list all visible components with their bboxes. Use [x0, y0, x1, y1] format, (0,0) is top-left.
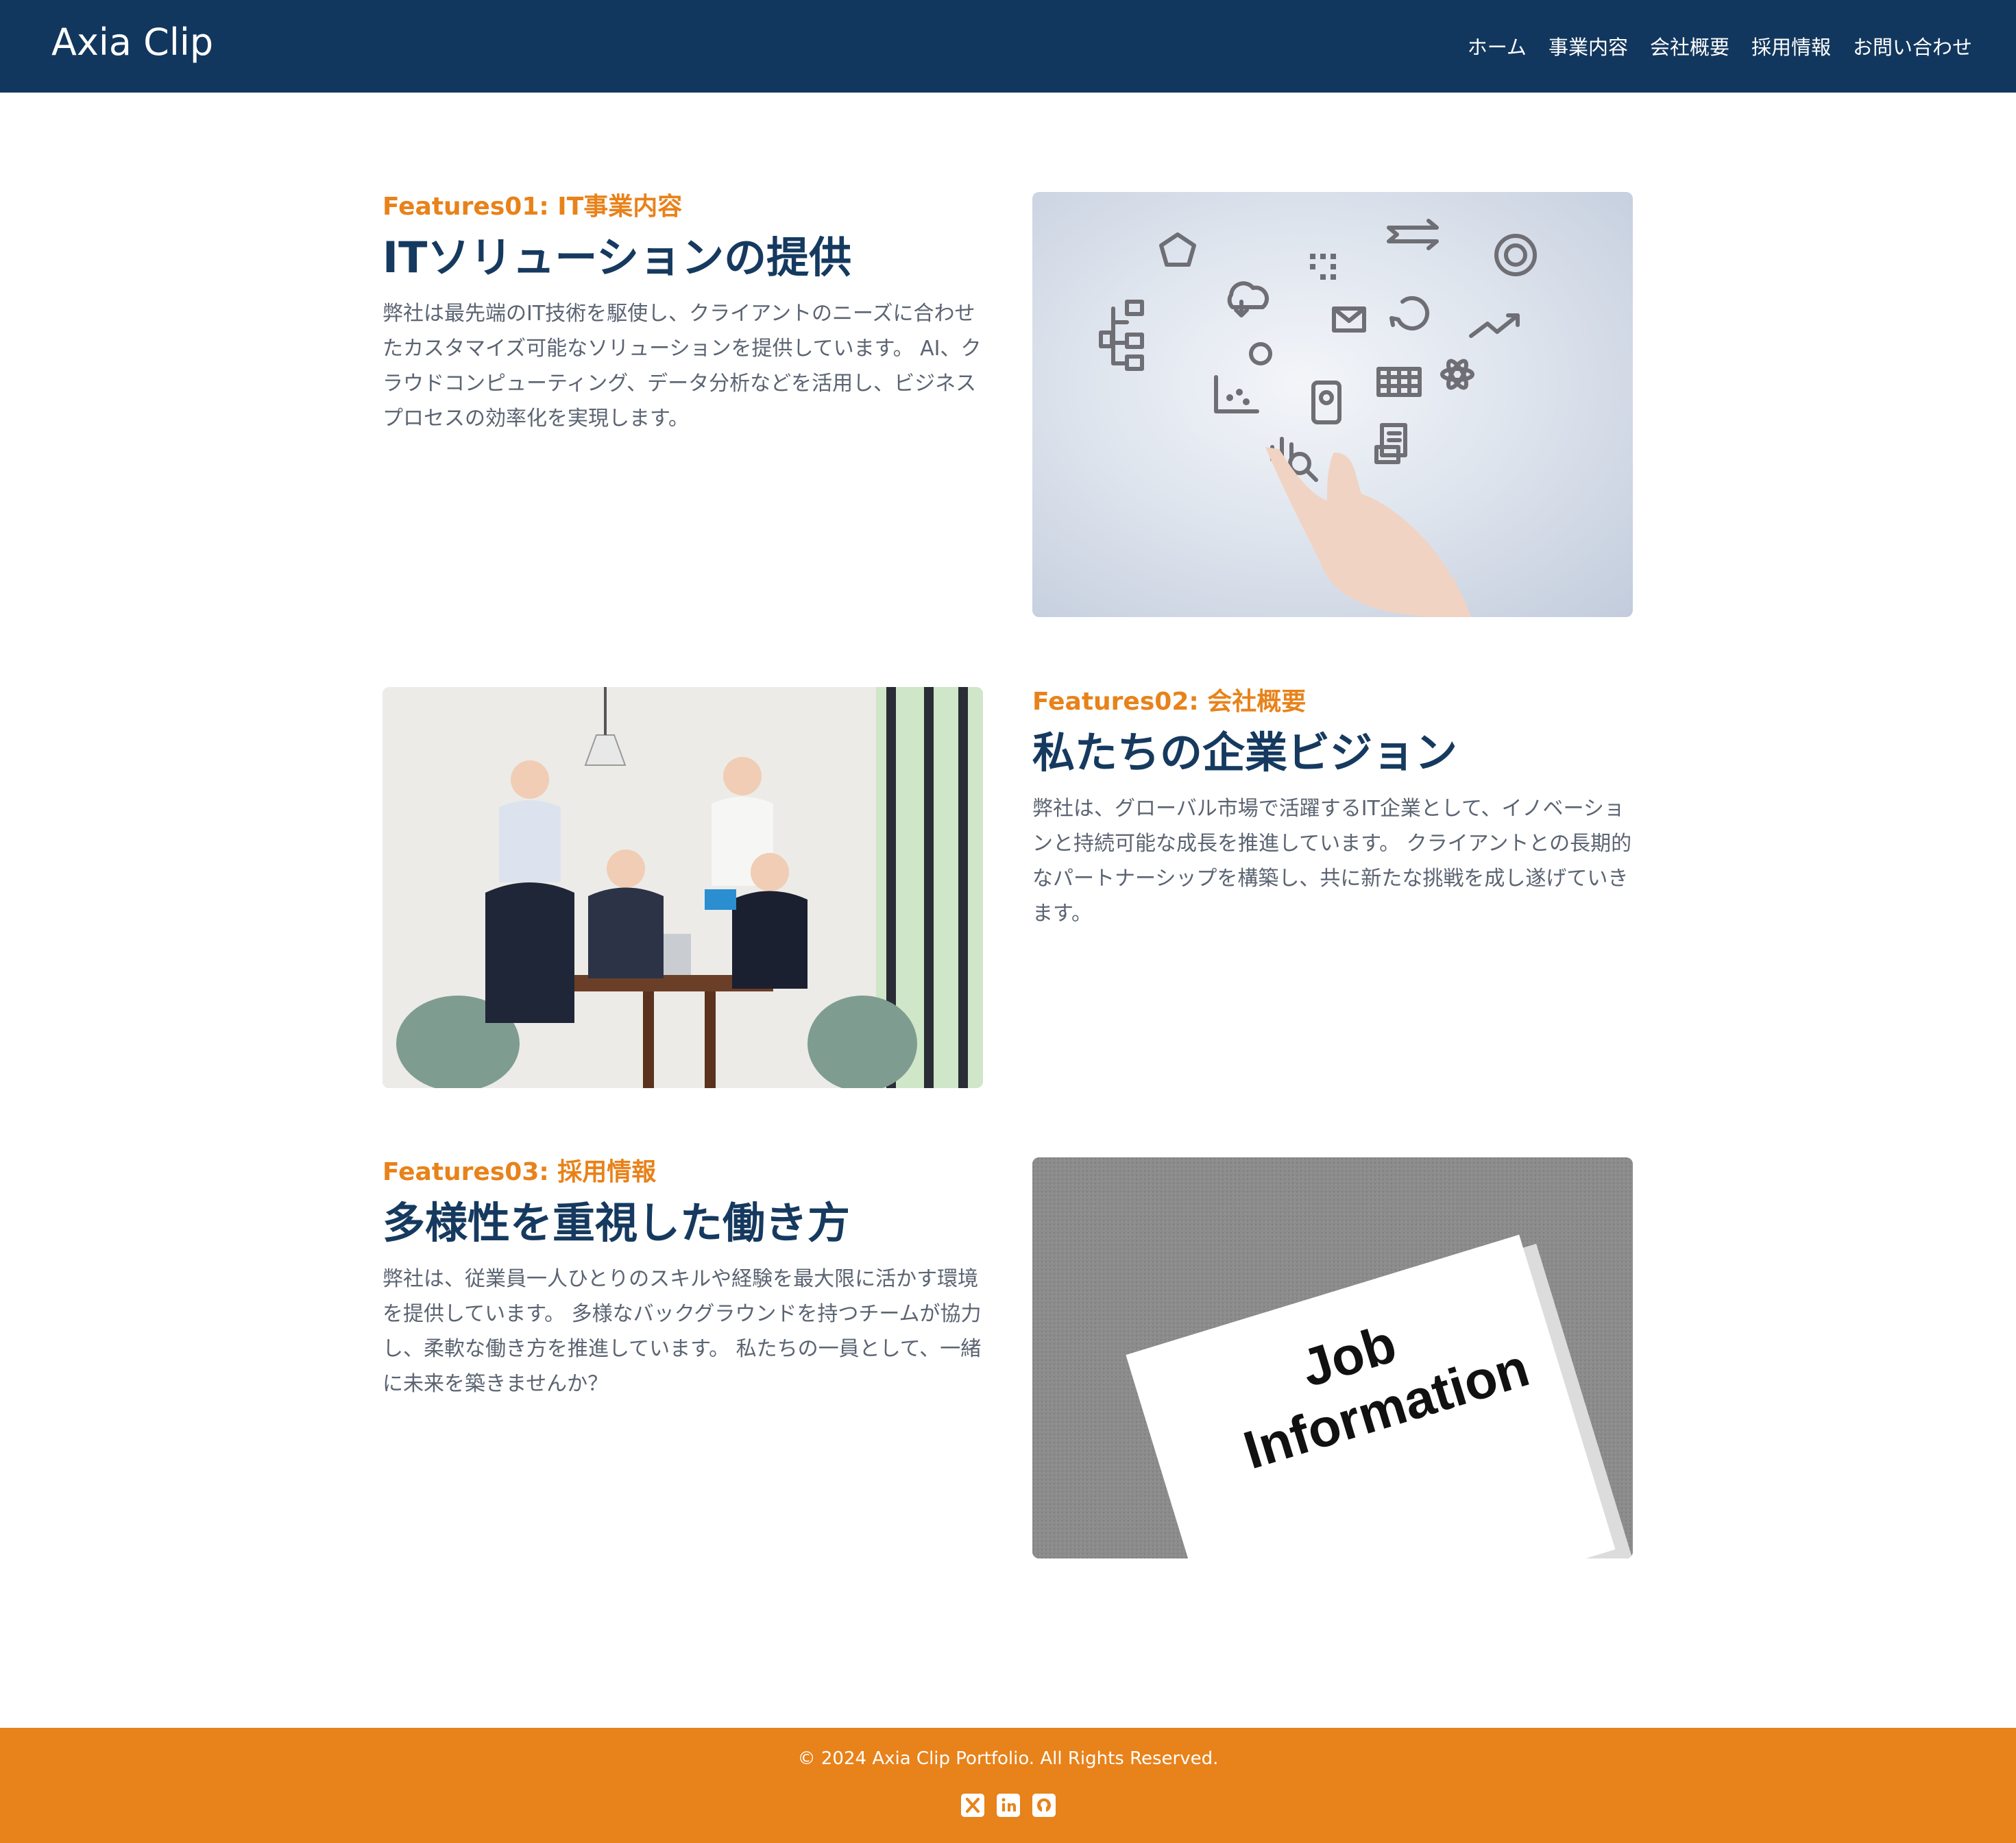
feature-kicker: Features02: 会社概要	[1032, 688, 1307, 716]
social-links	[961, 1794, 1056, 1817]
feature-body: 弊社は、従業員一人ひとりのスキルや経験を最大限に活かす環境を提供しています。 多…	[382, 1267, 982, 1396]
copyright-text: © 2024 Axia Clip Portfolio. All Rights R…	[797, 1748, 1219, 1769]
feature-text: Features02: 会社概要 私たちの企業ビジョン 弊社は、グローバル市場で…	[1032, 687, 1633, 931]
refresh-icon	[1389, 296, 1430, 330]
cloud-icon	[1227, 281, 1269, 309]
feature-heading: ITソリューションの提供	[382, 232, 852, 282]
x-icon[interactable]	[961, 1794, 984, 1817]
feature-text: Features03: 採用情報 多様性を重視した働き方 弊社は、従業員一人ひと…	[382, 1157, 983, 1401]
team-illustration	[382, 687, 983, 1088]
site-header: Axia Clip ホーム 事業内容 会社概要 採用情報 お問い合わせ	[0, 0, 2016, 93]
feature-heading: 多様性を重視した働き方	[382, 1198, 851, 1248]
pentagon-icon	[1159, 232, 1196, 267]
nav-recruit[interactable]: 採用情報	[1751, 32, 1831, 60]
gear-icon	[1249, 342, 1272, 365]
feature-kicker: Features01: IT事業内容	[382, 193, 683, 221]
feature-body: 弊社は最先端のIT技術を駆使し、クライアントのニーズに合わせたカスタマイズ可能な…	[382, 302, 982, 431]
it-icons-illustration	[1099, 219, 1537, 617]
person-suit	[485, 882, 574, 1023]
chair-right	[807, 996, 917, 1088]
atom-icon	[1440, 367, 1474, 382]
target-icon	[1494, 234, 1537, 276]
feature-heading: 私たちの企業ビジョン	[1032, 727, 1458, 778]
linkedin-icon[interactable]	[997, 1794, 1020, 1817]
transfer-arrows-icon	[1387, 219, 1439, 250]
feature-body: 弊社は、グローバル市場で活躍するIT企業として、イノベーションと持続可能な成長を…	[1032, 797, 1632, 926]
site-logo[interactable]: Axia Clip	[51, 21, 213, 64]
github-icon[interactable]	[1032, 1794, 1056, 1817]
nav-home[interactable]: ホーム	[1468, 32, 1527, 60]
nav-company[interactable]: 会社概要	[1650, 32, 1729, 60]
it-technology-image	[1032, 192, 1633, 617]
feature-text: Features01: IT事業内容 ITソリューションの提供 弊社は最先端のI…	[382, 192, 983, 436]
feature-it-business: Features01: IT事業内容 ITソリューションの提供 弊社は最先端のI…	[382, 192, 1633, 617]
feature-kicker: Features03: 採用情報	[382, 1158, 657, 1186]
nav-business[interactable]: 事業内容	[1549, 32, 1628, 60]
main-nav: ホーム 事業内容 会社概要 採用情報 お問い合わせ	[1468, 32, 1972, 60]
job-info-illustration: Job Information	[1032, 1157, 1633, 1558]
feature-recruit: Features03: 採用情報 多様性を重視した働き方 弊社は、従業員一人ひと…	[382, 1157, 1633, 1558]
feature-company: Features02: 会社概要 私たちの企業ビジョン 弊社は、グローバル市場で…	[382, 687, 1633, 1088]
site-footer: © 2024 Axia Clip Portfolio. All Rights R…	[0, 1728, 2016, 1843]
nav-contact[interactable]: お問い合わせ	[1853, 32, 1972, 60]
trend-up-icon	[1469, 313, 1520, 338]
job-information-photo: Job Information	[1032, 1157, 1633, 1558]
business-team-photo	[382, 687, 983, 1088]
blue-folder	[705, 889, 736, 910]
